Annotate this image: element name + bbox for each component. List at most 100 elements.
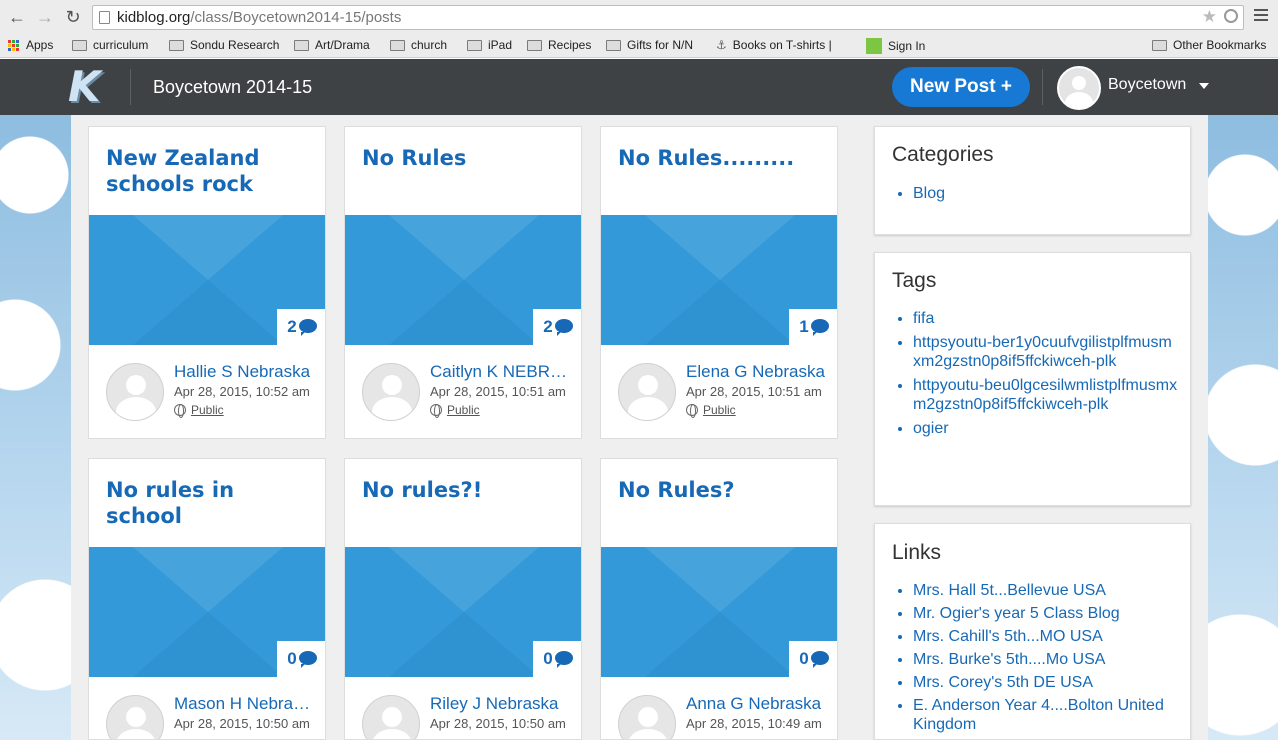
bookmark-star-icon[interactable]: ★ [1202, 7, 1217, 27]
comment-count[interactable]: 0 [533, 641, 581, 677]
site-icon [866, 38, 882, 54]
category-item[interactable]: Blog [913, 184, 945, 203]
post-title[interactable]: No Rules......... [618, 145, 828, 171]
new-post-button[interactable]: New Post + [892, 67, 1030, 107]
avatar [618, 695, 676, 739]
categories-list: Blog [913, 184, 945, 208]
tags-widget: Tags fifa httpsyoutu-ber1y0cuufvgilistpl… [874, 252, 1191, 506]
header-divider [1042, 69, 1043, 105]
post-image[interactable]: 2 [89, 215, 325, 345]
visibility-link[interactable]: Public [174, 403, 224, 418]
link-item[interactable]: Mrs. Burke's 5th....Mo USA [913, 650, 1181, 669]
post-card[interactable]: No Rules? 0 Anna G Nebraska Apr 28, 2015… [600, 458, 838, 740]
chevron-down-icon[interactable] [1199, 83, 1209, 89]
post-author[interactable]: Hallie S Nebraska [174, 362, 314, 382]
folder-icon [390, 39, 405, 51]
bookmark-sign-in[interactable]: Sign In [866, 38, 925, 54]
post-title[interactable]: No Rules? [618, 477, 828, 503]
post-card[interactable]: No rules?! 0 Riley J Nebraska Apr 28, 20… [344, 458, 582, 740]
class-title[interactable]: Boycetown 2014-15 [153, 77, 312, 98]
bookmark-apps[interactable]: Apps [8, 38, 53, 52]
categories-title: Categories [892, 143, 994, 166]
folder-icon [527, 39, 542, 51]
link-item[interactable]: Mr. Ogier's year 5 Class Blog [913, 604, 1181, 623]
avatar [106, 363, 164, 421]
comment-bubble-icon [554, 319, 573, 336]
tag-item[interactable]: httpyoutu-beu0lgcesilwmlistplfmusmxm2gzs… [913, 376, 1178, 414]
post-title[interactable]: No rules in school [106, 477, 316, 529]
comment-bubble-icon [810, 651, 829, 668]
categories-widget: Categories Blog [874, 126, 1191, 235]
bookmark-gifts[interactable]: Gifts for N/N [606, 38, 693, 52]
post-title[interactable]: No Rules [362, 145, 572, 171]
visibility-link[interactable]: Public [686, 403, 736, 418]
bookmark-curriculum[interactable]: curriculum [72, 38, 148, 52]
comment-count[interactable]: 1 [789, 309, 837, 345]
comment-count[interactable]: 0 [789, 641, 837, 677]
forward-arrow-icon[interactable]: → [34, 6, 56, 28]
link-item[interactable]: E. Anderson Year 4....Bolton United King… [913, 696, 1181, 734]
comment-bubble-icon [298, 651, 317, 668]
bookmark-sondu-research[interactable]: Sondu Research [169, 38, 279, 52]
post-title[interactable]: New Zealand schools rock [106, 145, 316, 197]
browser-toolbar: ← → ↻ kidblog.org/class/Boycetown2014-15… [0, 0, 1278, 34]
folder-icon [169, 39, 184, 51]
apps-grid-icon [8, 39, 19, 51]
post-card[interactable]: No Rules......... 1 Elena G Nebraska Apr… [600, 126, 838, 439]
post-author[interactable]: Anna G Nebraska [686, 694, 826, 714]
page-icon: ⚓ [716, 38, 727, 52]
link-item[interactable]: Mrs. Cahill's 5th...MO USA [913, 627, 1181, 646]
link-item[interactable]: Mrs. Hall 5t...Bellevue USA [913, 581, 1181, 600]
bookmarks-bar: Apps curriculum Sondu Research Art/Drama… [0, 34, 1278, 58]
comment-count[interactable]: 0 [277, 641, 325, 677]
post-image[interactable]: 2 [345, 215, 581, 345]
post-card[interactable]: New Zealand schools rock 2 Hallie S Nebr… [88, 126, 326, 439]
post-date: Apr 28, 2015, 10:50 am [430, 716, 566, 731]
folder-icon [294, 39, 309, 51]
comment-count[interactable]: 2 [533, 309, 581, 345]
bookmark-books-on-tshirts[interactable]: ⚓ Books on T-shirts | [716, 38, 832, 52]
browser-menu-icon[interactable] [1254, 9, 1268, 24]
post-author[interactable]: Riley J Nebraska [430, 694, 570, 714]
back-arrow-icon[interactable]: ← [6, 6, 28, 28]
globe-icon [174, 404, 186, 418]
post-title[interactable]: No rules?! [362, 477, 572, 503]
comment-bubble-icon [810, 319, 829, 336]
links-widget: Links Mrs. Hall 5t...Bellevue USA Mr. Og… [874, 523, 1191, 740]
tag-item[interactable]: ogier [913, 419, 1178, 438]
user-name[interactable]: Boycetown [1108, 76, 1186, 94]
post-author[interactable]: Caitlyn K NEBRASKA [430, 362, 570, 382]
reload-icon[interactable]: ↻ [62, 6, 84, 28]
bookmark-other[interactable]: Other Bookmarks [1152, 38, 1266, 52]
comment-count[interactable]: 2 [277, 309, 325, 345]
post-image[interactable]: 0 [345, 547, 581, 677]
post-author[interactable]: Mason H Nebraska [174, 694, 314, 714]
post-date: Apr 28, 2015, 10:51 am [686, 384, 822, 399]
link-item[interactable]: Mrs. Corey's 5th DE USA [913, 673, 1181, 692]
post-card[interactable]: No rules in school 0 Mason H Nebraska Ap… [88, 458, 326, 740]
url-text: kidblog.org/class/Boycetown2014-15/posts [117, 9, 402, 26]
avatar [618, 363, 676, 421]
bookmark-art-drama[interactable]: Art/Drama [294, 38, 370, 52]
bookmark-recipes[interactable]: Recipes [527, 38, 591, 52]
tag-item[interactable]: httpsyoutu-ber1y0cuufvgilistplfmusmxm2gz… [913, 333, 1178, 371]
kidblog-logo[interactable]: K [68, 66, 101, 108]
visibility-link[interactable]: Public [430, 403, 480, 418]
avatar[interactable] [1057, 66, 1101, 110]
header-divider [130, 69, 131, 105]
bookmark-church[interactable]: church [390, 38, 447, 52]
address-bar[interactable]: kidblog.org/class/Boycetown2014-15/posts… [92, 5, 1244, 30]
post-card[interactable]: No Rules 2 Caitlyn K NEBRASKA Apr 28, 20… [344, 126, 582, 439]
post-image[interactable]: 0 [601, 547, 837, 677]
zoom-icon[interactable] [1224, 9, 1238, 23]
folder-icon [467, 39, 482, 51]
bookmark-ipad[interactable]: iPad [467, 38, 512, 52]
post-date: Apr 28, 2015, 10:51 am [430, 384, 566, 399]
post-image[interactable]: 1 [601, 215, 837, 345]
post-date: Apr 28, 2015, 10:49 am [686, 716, 822, 731]
post-image[interactable]: 0 [89, 547, 325, 677]
globe-icon [430, 404, 442, 418]
post-author[interactable]: Elena G Nebraska [686, 362, 826, 382]
tag-item[interactable]: fifa [913, 309, 1178, 328]
globe-icon [686, 404, 698, 418]
